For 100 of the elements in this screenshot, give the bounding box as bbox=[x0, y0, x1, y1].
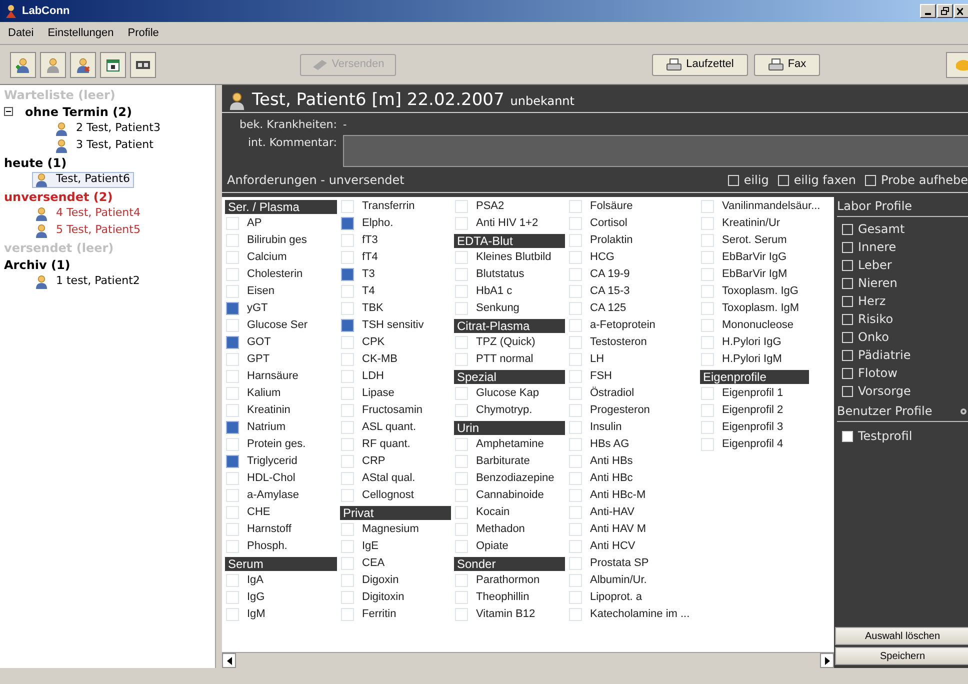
maximize-button[interactable] bbox=[937, 4, 953, 18]
menu-item[interactable]: Einstellungen bbox=[48, 24, 114, 42]
group-header: Serum bbox=[225, 556, 337, 570]
patient-item[interactable]: 2 Test, Patient3 bbox=[52, 120, 164, 136]
checkbox[interactable] bbox=[226, 302, 239, 315]
option-checkbox[interactable]: eilig faxen bbox=[778, 171, 856, 189]
patient-item[interactable]: 5 Test, Patient5 bbox=[32, 222, 144, 238]
checkbox[interactable] bbox=[842, 314, 853, 324]
toolbar-button[interactable] bbox=[130, 52, 156, 78]
toolbar-button[interactable] bbox=[100, 52, 126, 78]
field-label: int. Kommentar: bbox=[247, 135, 337, 151]
route-slip-button[interactable]: Laufzettel bbox=[652, 54, 748, 76]
minimize-button[interactable] bbox=[920, 4, 936, 18]
checkbox[interactable] bbox=[842, 368, 853, 378]
profile-checkbox[interactable]: Gesamt bbox=[842, 220, 968, 238]
test-label: Blutstatus bbox=[476, 267, 524, 282]
test-label: ASL quant. bbox=[362, 420, 416, 436]
profile-checkbox[interactable]: Leber bbox=[842, 256, 968, 274]
close-button[interactable] bbox=[954, 4, 968, 18]
profile-checkbox[interactable]: Testprofil bbox=[842, 427, 968, 445]
gear-icon[interactable] bbox=[959, 406, 968, 416]
test-label: CA 15-3 bbox=[590, 284, 630, 300]
test-label: CRP bbox=[362, 454, 386, 470]
checkbox[interactable] bbox=[341, 217, 354, 230]
clear-selection-button[interactable]: Auswahl löschen bbox=[835, 627, 968, 645]
section-title: Benutzer Profile bbox=[837, 403, 932, 420]
menu-item[interactable]: Datei bbox=[8, 24, 34, 42]
printer-icon bbox=[666, 58, 682, 72]
option-checkbox[interactable]: eilig bbox=[728, 171, 769, 189]
exit-button[interactable] bbox=[946, 52, 968, 78]
scroll-left-icon[interactable] bbox=[222, 653, 236, 668]
test-label: HDL-Chol bbox=[247, 471, 296, 486]
test-label: CA 19-9 bbox=[590, 267, 630, 282]
profile-checkbox[interactable]: Herz bbox=[842, 292, 968, 310]
person-icon bbox=[228, 92, 246, 110]
test-label: EbBarVir IgM bbox=[722, 267, 788, 282]
profile-checkbox[interactable]: Vorsorge bbox=[842, 382, 968, 400]
patient-item[interactable]: 3 Test, Patient bbox=[52, 138, 156, 154]
fax-button[interactable]: Fax bbox=[754, 54, 820, 76]
patient-item[interactable]: Test, Patient6 bbox=[32, 172, 134, 188]
profile-checkbox[interactable]: Risiko bbox=[842, 310, 968, 328]
save-button[interactable]: Speichern bbox=[835, 647, 968, 665]
test-label: Eisen bbox=[247, 284, 275, 300]
checkbox[interactable] bbox=[842, 430, 853, 442]
patient-item[interactable]: 1 test, Patient2 bbox=[32, 274, 143, 290]
test-label: Eigenprofil 2 bbox=[722, 403, 784, 418]
test-label: Anti HBc bbox=[590, 471, 633, 486]
checkbox[interactable] bbox=[842, 296, 853, 306]
test-label: HbA1 c bbox=[476, 284, 512, 300]
test-label: Prostata SP bbox=[590, 556, 649, 572]
checkbox[interactable] bbox=[728, 174, 739, 186]
checkbox[interactable] bbox=[341, 268, 354, 281]
option-checkbox[interactable]: Probe aufhebe bbox=[864, 171, 968, 189]
test-label: Benzodiazepine bbox=[476, 471, 554, 486]
profile-checkbox[interactable]: Innere bbox=[842, 238, 968, 256]
test-label: TBK bbox=[362, 301, 384, 316]
test-label: HBs AG bbox=[590, 437, 630, 452]
checkbox[interactable] bbox=[842, 350, 853, 360]
patient-item[interactable]: 4 Test, Patient4 bbox=[32, 206, 144, 222]
test-label: LH bbox=[590, 352, 604, 368]
checkbox[interactable] bbox=[842, 278, 853, 288]
checkbox[interactable] bbox=[842, 332, 853, 342]
test-label: CPK bbox=[362, 335, 385, 350]
checkbox[interactable] bbox=[226, 421, 239, 434]
checkbox[interactable] bbox=[842, 224, 853, 234]
checkbox[interactable] bbox=[226, 336, 239, 349]
menu-item[interactable]: Profile bbox=[128, 24, 159, 42]
test-label: a-Fetoprotein bbox=[590, 318, 656, 334]
app-icon bbox=[4, 4, 18, 18]
section-title: Anforderungen - unversendet bbox=[227, 172, 404, 189]
tree-group[interactable]: Archiv (1) bbox=[4, 256, 70, 274]
test-label: Theophillin bbox=[476, 590, 530, 606]
checkbox[interactable] bbox=[226, 455, 239, 468]
tree-group[interactable]: ohne Termin (2) bbox=[25, 102, 132, 120]
tree-group[interactable]: heute (1) bbox=[4, 154, 67, 172]
test-label: T4 bbox=[362, 284, 375, 300]
tree-group[interactable]: unversendet (2) bbox=[4, 188, 113, 206]
checkbox[interactable] bbox=[341, 319, 354, 332]
test-label: PTT normal bbox=[476, 352, 534, 368]
test-label: fT4 bbox=[362, 250, 378, 266]
scroll-right-icon[interactable] bbox=[820, 653, 834, 668]
test-label: Bilirubin ges bbox=[247, 233, 307, 248]
profile-checkbox[interactable]: Onko bbox=[842, 328, 968, 346]
checkbox[interactable] bbox=[842, 242, 853, 252]
test-label: RF quant. bbox=[362, 437, 410, 452]
checkbox[interactable] bbox=[842, 386, 853, 396]
profile-checkbox[interactable]: Nieren bbox=[842, 274, 968, 292]
test-label: PSA2 bbox=[476, 199, 504, 214]
test-label: Anti HIV 1+2 bbox=[476, 216, 538, 232]
person-icon bbox=[35, 206, 48, 220]
checkbox[interactable] bbox=[842, 260, 853, 270]
checkbox[interactable] bbox=[778, 174, 789, 186]
test-label: Östradiol bbox=[590, 386, 634, 402]
horizontal-scrollbar[interactable] bbox=[222, 652, 834, 668]
test-label: Anti HAV M bbox=[590, 522, 646, 538]
profile-checkbox[interactable]: Pädiatrie bbox=[842, 346, 968, 364]
collapse-icon[interactable] bbox=[4, 107, 13, 116]
comment-field[interactable] bbox=[343, 135, 968, 167]
checkbox[interactable] bbox=[864, 174, 876, 186]
profile-checkbox[interactable]: Flotow bbox=[842, 364, 968, 382]
